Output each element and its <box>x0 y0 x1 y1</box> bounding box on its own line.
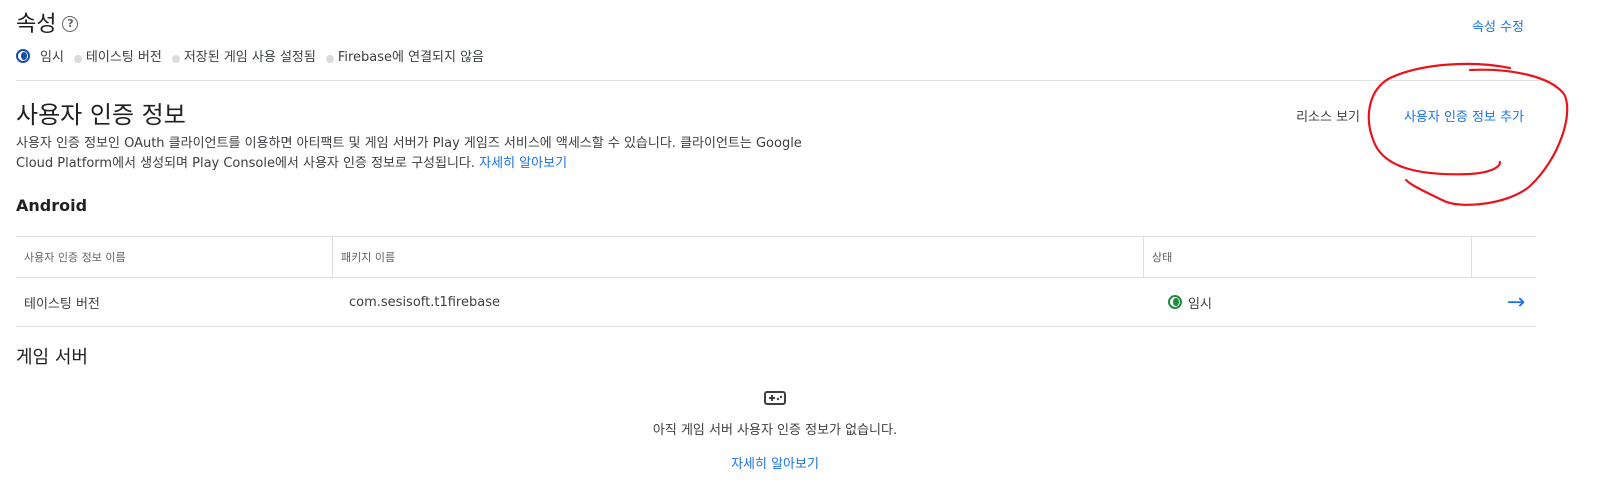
empty-state-link-wrap: 자세히 알아보기 <box>0 453 1550 472</box>
chip-tasting-version: 테이스팅 버전 <box>73 46 162 65</box>
credentials-description: 사용자 인증 정보인 OAuth 클라이언트를 이용하면 아티팩트 및 게임 서… <box>16 134 896 174</box>
status-dot-icon <box>171 54 180 63</box>
status-dot-icon <box>73 54 82 63</box>
description-line-2: Cloud Platform에서 생성되며 Play Console에서 사용자… <box>16 156 476 171</box>
status-label: 임시 <box>1188 296 1212 312</box>
gamepad-icon <box>764 391 786 405</box>
help-icon[interactable]: ? <box>62 15 79 32</box>
status-dot-icon <box>325 54 334 63</box>
arrow-right-icon[interactable]: → <box>1507 290 1525 315</box>
chip-label: Firebase에 연결되지 않음 <box>337 50 485 65</box>
chip-draft: 임시 <box>16 46 64 65</box>
draft-status-icon <box>1168 295 1182 309</box>
view-resources-link[interactable]: 리소스 보기 <box>1296 106 1360 125</box>
page-title: 속성 <box>16 12 57 37</box>
table-row[interactable]: 테이스팅 버전 com.sesisoft.t1firebase 임시 → <box>16 278 1536 327</box>
column-header-package: 패키지 이름 <box>333 237 1144 277</box>
edit-properties-link[interactable]: 속성 수정 <box>1472 16 1524 35</box>
property-chips: 임시 테이스팅 버전 저장된 게임 사용 설정됨 Firebase에 연결되지 … <box>16 46 494 65</box>
package-name: com.sesisoft.t1firebase <box>349 294 500 310</box>
learn-more-link[interactable]: 자세히 알아보기 <box>479 156 567 171</box>
draft-status-icon <box>16 48 30 63</box>
chip-firebase: Firebase에 연결되지 않음 <box>325 46 485 65</box>
properties-header: 속성 ? <box>16 6 79 38</box>
annotation-circle <box>1367 62 1569 206</box>
table-header: 사용자 인증 정보 이름 패키지 이름 상태 <box>16 237 1536 278</box>
status-cell: 임시 <box>1160 293 1496 312</box>
chip-label: 테이스팅 버전 <box>85 50 162 65</box>
credential-name: 테이스팅 버전 <box>24 296 100 312</box>
chip-label: 저장된 게임 사용 설정됨 <box>183 50 316 65</box>
divider <box>16 80 1551 81</box>
empty-state-message: 아직 게임 서버 사용자 인증 정보가 없습니다. <box>652 423 898 438</box>
chip-saved-games: 저장된 게임 사용 설정됨 <box>171 46 316 65</box>
chip-label: 임시 <box>40 50 64 65</box>
row-action[interactable]: → <box>1496 290 1536 315</box>
android-credentials-table: 사용자 인증 정보 이름 패키지 이름 상태 테이스팅 버전 com.sesis… <box>16 236 1536 327</box>
description-line-1: 사용자 인증 정보인 OAuth 클라이언트를 이용하면 아티팩트 및 게임 서… <box>16 136 802 151</box>
android-section-title: Android <box>16 196 88 215</box>
column-header-status: 상태 <box>1144 237 1472 277</box>
game-server-learn-more-link[interactable]: 자세히 알아보기 <box>731 457 819 472</box>
game-server-title: 게임 서버 <box>16 347 88 368</box>
credentials-title: 사용자 인증 정보 <box>16 101 186 129</box>
column-header-name: 사용자 인증 정보 이름 <box>16 237 333 277</box>
